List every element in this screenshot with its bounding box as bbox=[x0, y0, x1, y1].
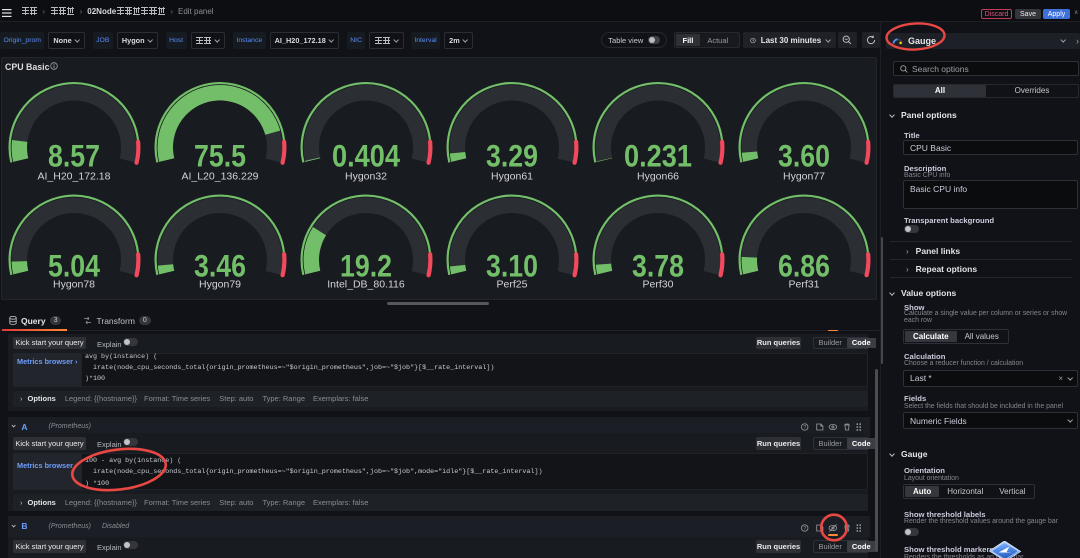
svg-text:8.57: 8.57 bbox=[48, 138, 100, 174]
svg-text:3.29: 3.29 bbox=[486, 138, 538, 174]
svg-text:3.60: 3.60 bbox=[778, 138, 830, 174]
svg-text:0.404: 0.404 bbox=[332, 138, 400, 174]
svg-text:Perf25: Perf25 bbox=[497, 279, 528, 291]
svg-text:0.231: 0.231 bbox=[624, 138, 692, 174]
svg-text:?: ? bbox=[803, 424, 806, 430]
svg-text:AI_L20_136.229: AI_L20_136.229 bbox=[181, 171, 258, 183]
svg-text:Hygon61: Hygon61 bbox=[491, 171, 533, 183]
svg-text:Perf31: Perf31 bbox=[789, 279, 820, 291]
svg-text:Hygon77: Hygon77 bbox=[783, 171, 825, 183]
svg-text:Hygon78: Hygon78 bbox=[53, 279, 95, 291]
svg-text:Intel_DB_80.116: Intel_DB_80.116 bbox=[327, 279, 405, 291]
svg-text:?: ? bbox=[803, 525, 806, 531]
svg-text:Perf30: Perf30 bbox=[643, 279, 674, 291]
svg-text:Hygon32: Hygon32 bbox=[345, 171, 387, 183]
svg-text:AI_H20_172.18: AI_H20_172.18 bbox=[38, 171, 111, 183]
svg-text:Hygon79: Hygon79 bbox=[199, 279, 241, 291]
svg-text:Hygon66: Hygon66 bbox=[637, 171, 679, 183]
svg-text:75.5: 75.5 bbox=[194, 138, 246, 174]
